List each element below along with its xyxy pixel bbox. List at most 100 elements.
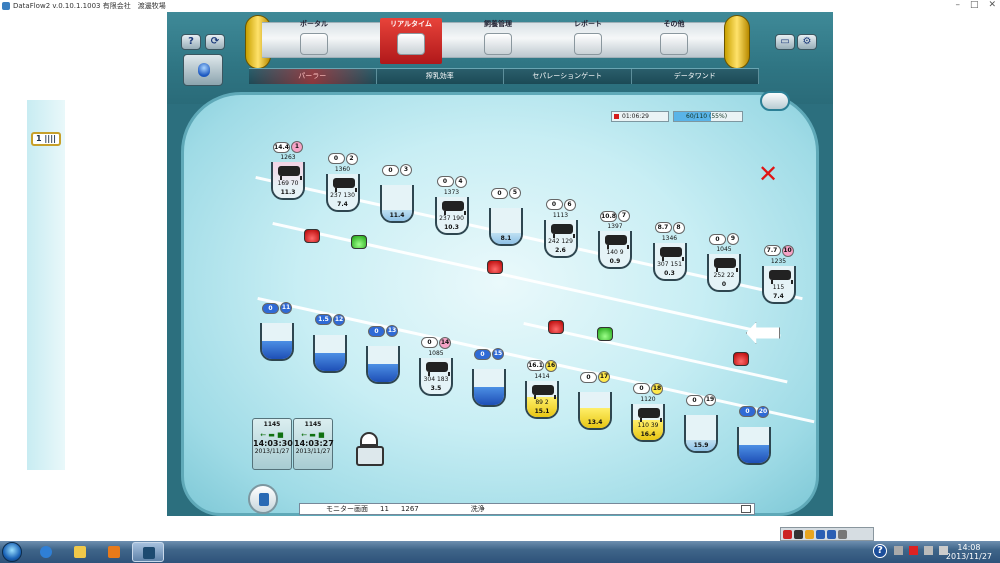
- stall-2[interactable]: 0 2 1360 237 130 7.4: [325, 152, 361, 212]
- milk-counts: 237 130: [330, 191, 355, 199]
- help-circle-icon[interactable]: ?: [873, 544, 887, 558]
- stall-18[interactable]: 0 18 1120 110 39 16.4: [630, 382, 666, 442]
- tab-other[interactable]: その他: [643, 18, 705, 64]
- subtab-parlor[interactable]: パーラー: [249, 69, 377, 84]
- maximize-icon[interactable]: □: [970, 0, 979, 10]
- stall-flow-badge: 0: [580, 371, 597, 383]
- feeder-icon[interactable]: [733, 352, 749, 366]
- stall-1[interactable]: 14.4 1 1263 169 70 11.3: [270, 140, 306, 200]
- ime-icon[interactable]: [794, 530, 803, 539]
- feeder-icon[interactable]: [487, 260, 503, 274]
- milk-counts: 169 70: [277, 180, 299, 187]
- stall-10[interactable]: 7.7 10 1235 115 7.4: [761, 244, 797, 304]
- tank-flow-icon: ← ▬ ■: [260, 431, 284, 439]
- cow-id: 1235: [770, 257, 787, 265]
- flag-icon[interactable]: [909, 546, 918, 555]
- start-button-icon[interactable]: [2, 542, 22, 562]
- stall-6[interactable]: 0 6 1113 242 129 2.6: [543, 198, 579, 258]
- taskbar-ie[interactable]: [30, 542, 62, 562]
- cow-icon: [532, 384, 556, 399]
- status-bar: 01:06:29 60/110 (55%): [611, 111, 767, 123]
- stall-8[interactable]: 8.7 8 1346 307 151 0.3: [652, 221, 688, 281]
- pad-icon[interactable]: [816, 530, 825, 539]
- stall-badges: 02: [325, 152, 361, 166]
- stall-3[interactable]: 0 3 11.4: [379, 163, 415, 223]
- tab-portal[interactable]: ポータル: [283, 18, 345, 64]
- milk-counts: 252 22: [713, 272, 735, 279]
- help-button[interactable]: ?: [181, 34, 201, 50]
- stall-14[interactable]: 0 14 1085 304 183 3.5: [418, 336, 454, 396]
- feeder-icon[interactable]: [548, 320, 564, 334]
- milk-jar: [313, 334, 347, 373]
- washer-unit-icon[interactable]: [352, 432, 386, 470]
- taskbar-media[interactable]: [98, 542, 130, 562]
- cow-id: [577, 384, 613, 392]
- stall-12[interactable]: 1.5 12: [312, 313, 348, 373]
- tab-report[interactable]: レポート: [557, 18, 619, 64]
- milk-volume: 11.4: [389, 212, 405, 219]
- cow-id: [379, 177, 415, 185]
- stall-4[interactable]: 0 4 1373 237 190 10.3: [434, 175, 470, 235]
- tank-2[interactable]: 1145 ← ▬ ■ 14:03:27 2013/11/27: [293, 418, 334, 470]
- subtab-efficiency[interactable]: 搾乳効率: [377, 69, 504, 84]
- tank-id: 1145: [263, 421, 281, 428]
- feeder-icon[interactable]: [304, 229, 320, 243]
- stall-flow-badge: 0: [436, 176, 454, 187]
- milk-counts: 89 2: [535, 398, 549, 406]
- network-icon[interactable]: [894, 546, 903, 555]
- caps-icon[interactable]: [838, 530, 847, 539]
- minimize-icon[interactable]: –: [955, 0, 960, 10]
- help-small-icon[interactable]: [827, 530, 836, 539]
- media-player-icon: [108, 546, 120, 558]
- stall-11[interactable]: 0 11: [259, 301, 295, 361]
- stop-x-icon[interactable]: ✕: [756, 162, 780, 187]
- tab-realtime[interactable]: リアルタイム: [380, 18, 442, 64]
- stall-19[interactable]: 0 19 15.9: [683, 393, 719, 453]
- status-light-button[interactable]: [183, 54, 223, 86]
- stall-9[interactable]: 0 9 1045 252 22 0: [706, 232, 742, 292]
- cow-icon: [714, 258, 738, 272]
- stall-number-badge: 11: [280, 302, 292, 314]
- gate-icon[interactable]: [597, 327, 613, 341]
- stall-badges: 0 18: [630, 382, 666, 396]
- close-icon[interactable]: ✕: [988, 0, 996, 10]
- stall-number-badge: 1: [291, 141, 303, 153]
- lang-icon[interactable]: [783, 530, 792, 539]
- page-selector[interactable]: 1 ||||: [31, 132, 61, 146]
- grid-view-button[interactable]: [760, 91, 790, 111]
- exit-button[interactable]: [248, 484, 278, 514]
- milk-jar: 89 2 15.1: [525, 380, 559, 419]
- display-icon[interactable]: [924, 546, 933, 555]
- milk-jar: 304 183 3.5: [419, 357, 453, 396]
- taskbar-dataflow[interactable]: [132, 542, 164, 562]
- stall-15[interactable]: 0 15: [471, 347, 507, 407]
- tab-label: レポート: [574, 20, 602, 28]
- stall-7[interactable]: 10.8 7 1397 140 9 0.9: [597, 209, 633, 269]
- stall-badges: 16.1 16: [524, 359, 560, 373]
- stall-13[interactable]: 0 13: [365, 324, 401, 384]
- stall-16[interactable]: 16.1 16 1414 89 2 15.1: [524, 359, 560, 419]
- stall-17[interactable]: 0 17 13.4: [577, 370, 613, 430]
- tank-1[interactable]: 1145 ← ▬ ■ 14:03:30 2013/11/27: [252, 418, 293, 470]
- cow-icon: [332, 177, 357, 192]
- taskbar-explorer[interactable]: [64, 542, 96, 562]
- milk-level: [739, 444, 769, 463]
- milk-jar: 242 129 2.6: [543, 219, 578, 258]
- dict-icon[interactable]: [805, 530, 814, 539]
- volume-icon[interactable]: [939, 546, 948, 555]
- page-selector-label: 1: [36, 134, 42, 143]
- monitor-window-icon[interactable]: [741, 505, 751, 513]
- settings-button[interactable]: ⚙: [797, 34, 817, 50]
- gate-icon[interactable]: [351, 235, 367, 249]
- tab-feeding[interactable]: 飼養管理: [467, 18, 529, 64]
- cow-id: [683, 407, 719, 415]
- subtab-separation-gate[interactable]: セパレーションゲート: [504, 69, 632, 84]
- stall-badges: 8.7 8: [652, 221, 688, 235]
- system-clock[interactable]: 14:08 2013/11/27: [946, 543, 992, 561]
- subtab-data-wand[interactable]: データワンド: [632, 69, 759, 84]
- stall-20[interactable]: 0 20: [736, 405, 772, 465]
- monitor-button[interactable]: ▭: [775, 34, 795, 50]
- refresh-button[interactable]: ⟳: [205, 34, 225, 50]
- stall-5[interactable]: 0 5 8.1: [488, 186, 524, 246]
- stall-badges: 03: [379, 163, 415, 177]
